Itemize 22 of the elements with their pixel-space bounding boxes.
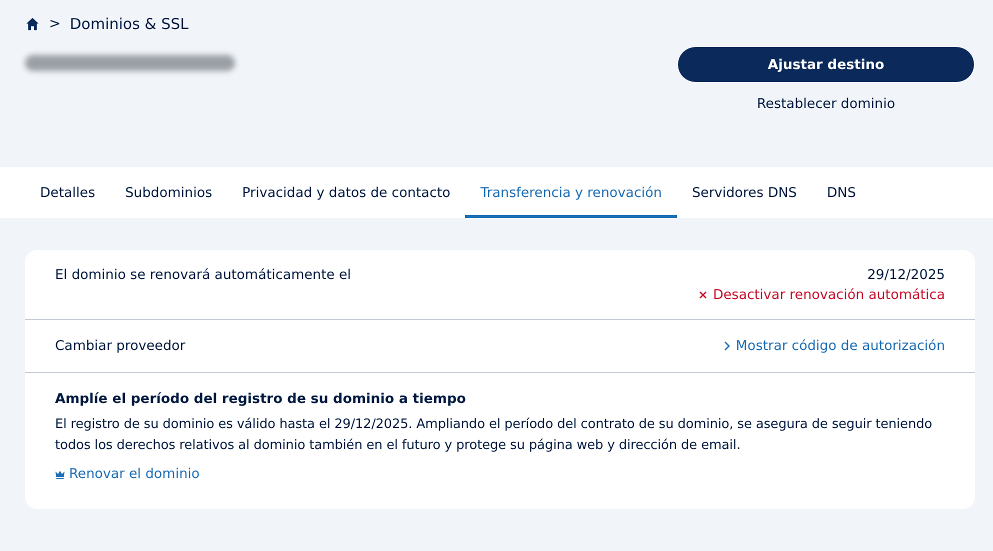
crown-icon bbox=[55, 470, 65, 478]
breadcrumb-current[interactable]: Dominios & SSL bbox=[70, 15, 189, 33]
close-icon bbox=[698, 291, 707, 299]
extend-text: El registro de su dominio es válido hasta el 29/12/2025. Ampliando el período del contrato de su dominio, se asegura de seguir teniendo todos los derechos relativos al dominio también en el futuro y protege su página web y dirección de email. bbox=[55, 416, 934, 455]
chevron-icon bbox=[724, 341, 730, 351]
tab[interactable]: Subdominios bbox=[110, 167, 228, 218]
tab[interactable]: Transferencia y renovación bbox=[465, 167, 677, 218]
tab[interactable]: DNS bbox=[812, 167, 871, 218]
tab[interactable]: Privacidad y datos de contacto bbox=[227, 167, 466, 218]
reset-domain-button[interactable]: Restablecer dominio bbox=[752, 92, 900, 116]
tab[interactable]: Servidores DNS bbox=[676, 167, 812, 218]
tab[interactable]: Detalles bbox=[25, 167, 110, 218]
provider-label: Cambiar proveedor bbox=[55, 338, 186, 354]
adjust-target-button[interactable]: Ajustar destino bbox=[678, 47, 974, 82]
show-auth-code-link[interactable]: Mostrar código de autorización bbox=[724, 338, 945, 354]
home-icon[interactable] bbox=[25, 17, 40, 31]
disable-renewal-link[interactable]: Desactivar renovación automática bbox=[698, 287, 945, 303]
breadcrumb-separator: > bbox=[49, 16, 61, 32]
extend-title: Amplíe el período del registro de su dominio a tiempo bbox=[55, 391, 467, 407]
renewal-date: 29/12/2025 bbox=[867, 267, 945, 283]
renewal-label: El dominio se renovará automáticamente el bbox=[55, 267, 352, 285]
renew-domain-link[interactable]: Renovar el dominio bbox=[55, 466, 200, 482]
